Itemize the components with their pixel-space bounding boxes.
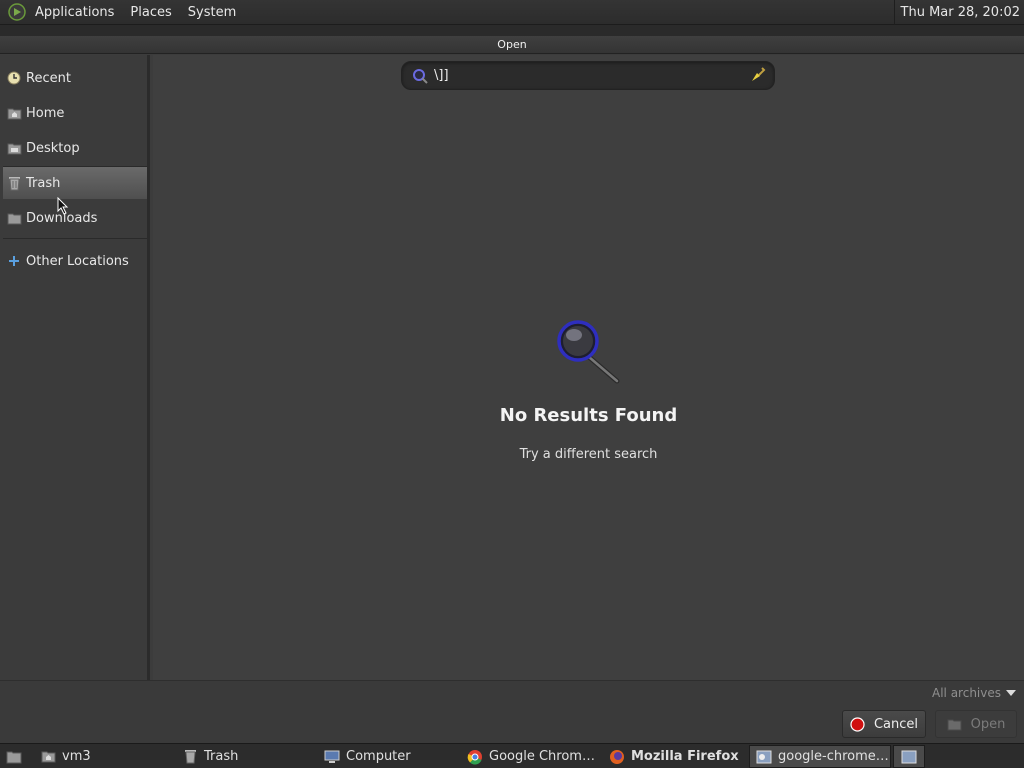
sidebar-item-label: Trash bbox=[26, 175, 61, 191]
home-folder-icon bbox=[6, 105, 22, 121]
sidebar-item-desktop[interactable]: Desktop bbox=[3, 132, 147, 164]
recent-icon bbox=[6, 70, 22, 86]
system-menu[interactable]: System bbox=[180, 0, 244, 25]
sidebar-item-downloads[interactable]: Downloads bbox=[3, 202, 147, 234]
taskbar: vm3 Trash Computer Google Chrom… Mozilla… bbox=[0, 743, 1024, 768]
taskbar-workspace-switcher[interactable] bbox=[893, 745, 925, 768]
search-input[interactable] bbox=[434, 65, 734, 86]
taskbar-item-computer[interactable]: Computer bbox=[318, 745, 458, 768]
cancel-icon bbox=[850, 716, 866, 732]
dialog-action-area: All archives Cancel Open bbox=[0, 680, 1024, 743]
cancel-button-label: Cancel bbox=[873, 716, 919, 732]
empty-state-title: No Results Found bbox=[499, 405, 678, 426]
home-folder-icon bbox=[40, 749, 56, 765]
sidebar-item-label: Home bbox=[26, 105, 65, 121]
search-icon bbox=[410, 66, 430, 86]
distro-logo-icon[interactable] bbox=[7, 2, 27, 22]
open-button-label: Open bbox=[970, 716, 1006, 732]
taskbar-item-label: Mozilla Firefox bbox=[631, 749, 739, 764]
plus-icon bbox=[6, 253, 22, 269]
applications-menu[interactable]: Applications bbox=[27, 0, 122, 25]
show-desktop-icon bbox=[6, 749, 22, 765]
mouse-pointer-icon bbox=[57, 197, 69, 215]
desktop-folder-icon bbox=[6, 140, 22, 156]
cancel-button[interactable]: Cancel bbox=[842, 710, 926, 738]
search-bar[interactable] bbox=[401, 61, 775, 90]
chevron-down-icon bbox=[1006, 690, 1016, 696]
taskbar-item-firefox[interactable]: Mozilla Firefox bbox=[603, 745, 745, 768]
taskbar-show-desktop[interactable] bbox=[0, 745, 28, 768]
magnifier-icon bbox=[557, 320, 620, 384]
dialog-titlebar[interactable]: Open bbox=[0, 36, 1024, 54]
taskbar-item-label: Computer bbox=[346, 749, 411, 764]
sidebar-item-label: Recent bbox=[26, 70, 71, 86]
window-frame bbox=[0, 25, 1024, 36]
sidebar-item-trash[interactable]: Trash bbox=[3, 167, 147, 199]
empty-state-subtitle: Try a different search bbox=[519, 447, 658, 462]
open-button[interactable]: Open bbox=[935, 710, 1017, 738]
chrome-icon bbox=[467, 749, 483, 765]
sidebar-separator bbox=[3, 238, 147, 239]
taskbar-item-label: Trash bbox=[204, 749, 239, 764]
file-dialog-icon bbox=[756, 749, 772, 765]
clock[interactable]: Thu Mar 28, 20:02 bbox=[893, 0, 1024, 25]
downloads-folder-icon bbox=[6, 210, 22, 226]
sidebar-item-home[interactable]: Home bbox=[3, 97, 147, 129]
sidebar-item-other-locations[interactable]: Other Locations bbox=[3, 245, 147, 277]
taskbar-item-trash[interactable]: Trash bbox=[176, 745, 316, 768]
taskbar-item-vm3[interactable]: vm3 bbox=[34, 745, 174, 768]
firefox-icon bbox=[609, 749, 625, 765]
taskbar-item-file-dialog[interactable]: google-chrome… bbox=[749, 745, 891, 768]
taskbar-item-label: google-chrome… bbox=[778, 749, 889, 764]
file-filter-dropdown[interactable]: All archives bbox=[927, 683, 1020, 703]
places-menu[interactable]: Places bbox=[122, 0, 179, 25]
taskbar-item-chrome[interactable]: Google Chrom… bbox=[461, 745, 601, 768]
file-filter-label: All archives bbox=[932, 686, 1001, 700]
trash-icon bbox=[182, 749, 198, 765]
clear-broom-icon[interactable] bbox=[750, 67, 766, 83]
taskbar-item-label: Google Chrom… bbox=[489, 749, 595, 764]
sidebar-item-label: Desktop bbox=[26, 140, 80, 156]
workspace-icon bbox=[901, 749, 917, 765]
taskbar-item-label: vm3 bbox=[62, 749, 91, 764]
open-folder-icon bbox=[947, 716, 963, 732]
places-sidebar: Recent Home Desktop Trash Downloads Othe… bbox=[0, 55, 150, 680]
file-list-area[interactable]: No Results Found Try a different search bbox=[153, 55, 1024, 680]
sidebar-item-recent[interactable]: Recent bbox=[3, 62, 147, 94]
computer-icon bbox=[324, 749, 340, 765]
sidebar-item-label: Other Locations bbox=[26, 253, 129, 269]
top-panel: Applications Places System Thu Mar 28, 2… bbox=[0, 0, 1024, 25]
trash-icon bbox=[6, 175, 22, 191]
dialog-title: Open bbox=[497, 38, 527, 51]
